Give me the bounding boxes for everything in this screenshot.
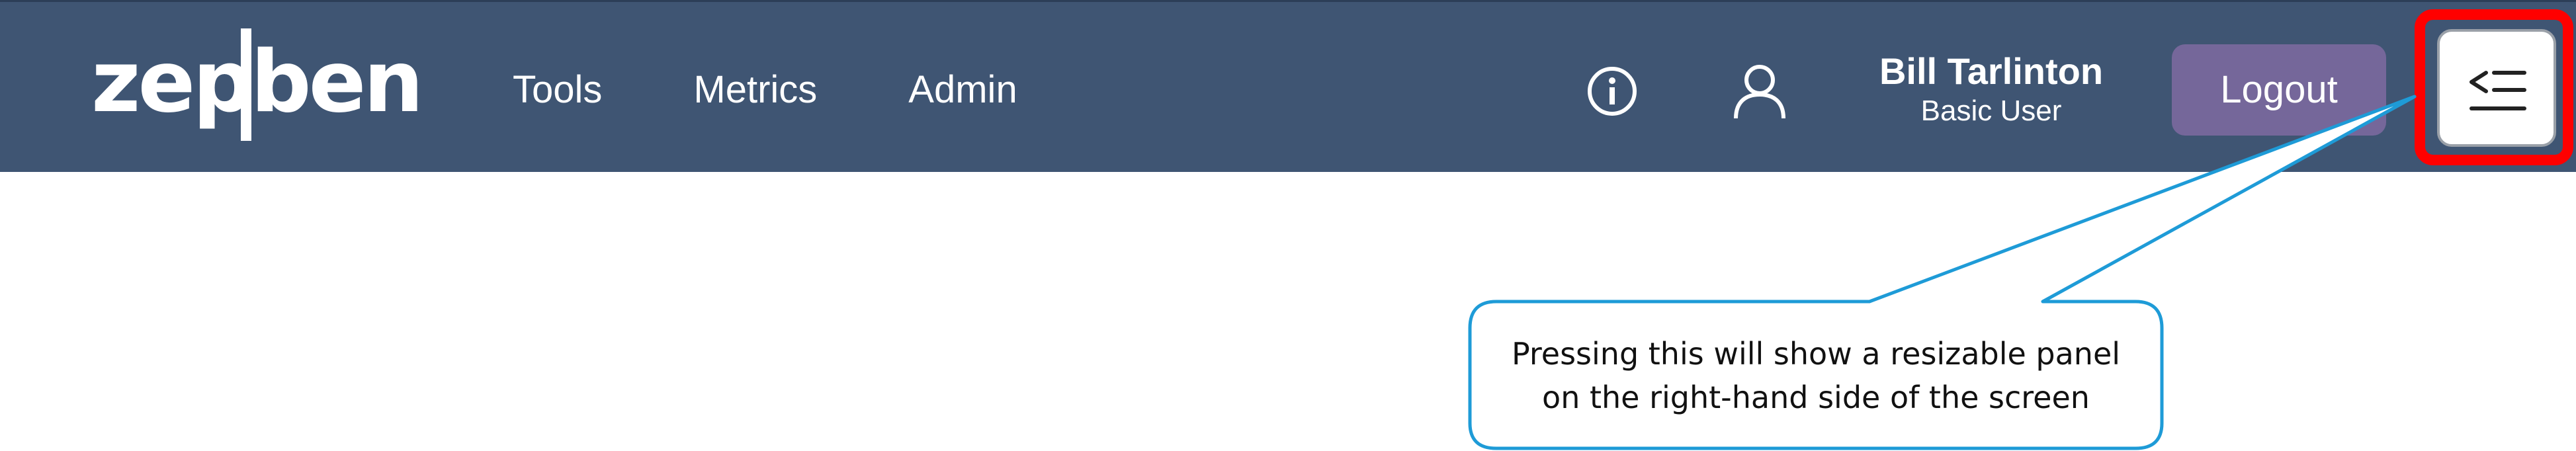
nav-item-metrics[interactable]: Metrics — [693, 67, 817, 113]
callout-tooltip: Pressing this will show a resizable pane… — [1470, 306, 2162, 446]
page: zepben Tools Metrics Admin Bill Tarlinto… — [0, 0, 2576, 451]
user-name: Bill Tarlinton — [1879, 50, 2104, 92]
panel-expand-icon — [2469, 71, 2526, 110]
main-nav: Tools Metrics Admin — [513, 67, 1017, 113]
nav-item-tools[interactable]: Tools — [513, 67, 602, 113]
callout-line-1: Pressing this will show a resizable pane… — [1511, 336, 2121, 372]
info-icon[interactable] — [1586, 65, 1638, 117]
top-navbar: zepben Tools Metrics Admin Bill Tarlinto… — [0, 0, 2576, 172]
user-icon[interactable] — [1732, 63, 1787, 120]
user-role: Basic User — [1920, 95, 2062, 127]
panel-toggle-button[interactable] — [2437, 29, 2556, 147]
user-info[interactable]: Bill Tarlinton Basic User — [1859, 50, 2124, 129]
callout-line-2: on the right-hand side of the screen — [1542, 380, 2090, 415]
nav-item-admin[interactable]: Admin — [908, 67, 1017, 113]
logout-button[interactable]: Logout — [2172, 44, 2386, 136]
zepben-logo[interactable]: zepben — [91, 22, 423, 147]
logo-mark-icon — [241, 28, 251, 141]
